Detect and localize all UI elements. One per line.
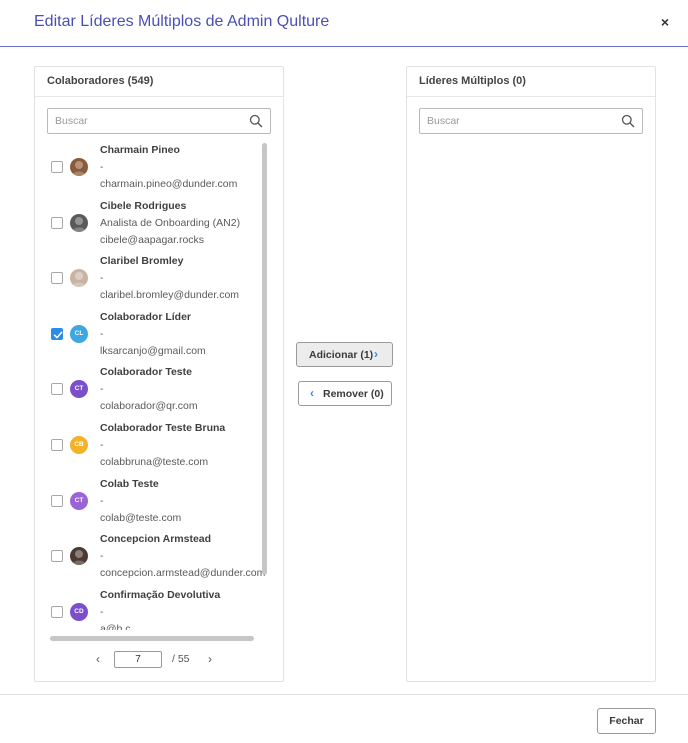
leaders-search [419,108,643,134]
avatar-initials: CT [70,380,88,398]
list-item[interactable]: CT Colab Teste - colab@teste.com [35,474,267,529]
page-number-input[interactable] [114,651,162,668]
item-role: - [100,328,104,340]
list-item[interactable]: Charmain Pineo - charmain.pineo@dunder.com [35,140,267,195]
item-name: Colab Teste [100,478,159,490]
chevron-right-icon: › [374,347,378,361]
remove-button[interactable]: ‹ Remover (0) [298,381,392,406]
item-role: - [100,272,104,284]
modal-header: Editar Líderes Múltiplos de Admin Qultur… [0,0,688,47]
list-item[interactable]: Cibele Rodrigues Analista de Onboarding (… [35,196,267,251]
horizontal-scrollbar[interactable] [50,636,254,641]
item-email: colabbruna@teste.com [100,456,209,468]
item-checkbox[interactable] [51,161,63,173]
item-checkbox[interactable] [51,495,63,507]
item-role: - [100,495,104,507]
item-name: Confirmação Devolutiva [100,589,221,601]
collaborators-panel: Colaboradores (549) Charmain Pineo - charm… [34,66,284,682]
chevron-left-icon: ‹ [310,386,314,400]
item-role: - [100,161,104,173]
item-name: Colaborador Teste Bruna [100,422,226,434]
search-icon[interactable] [249,114,263,128]
multiple-leaders-panel-title: Líderes Múltiplos (0) [407,67,655,97]
item-checkbox[interactable] [51,272,63,284]
item-email: concepcion.armstead@dunder.com [100,567,266,579]
list-item[interactable]: Concepcion Armstead - concepcion.armstead@… [35,529,267,584]
search-icon[interactable] [621,114,635,128]
item-name: Charmain Pineo [100,144,180,156]
collaborators-search [47,108,271,134]
collaborators-search-input[interactable] [48,109,238,133]
collaborators-panel-title: Colaboradores (549) [35,67,283,97]
item-email: colaborador@qr.com [100,400,198,412]
vertical-scrollbar[interactable] [262,143,267,575]
item-email: colab@teste.com [100,512,182,524]
item-checkbox[interactable] [51,217,63,229]
item-role: - [100,439,104,451]
item-name: Claribel Bromley [100,255,184,267]
list-item[interactable]: CB Colaborador Teste Bruna - colabbruna@tes… [35,418,267,473]
item-checkbox[interactable] [51,439,63,451]
item-checkbox[interactable] [51,550,63,562]
item-email: a@b.c [100,623,131,630]
chevron-right-icon[interactable]: › [208,652,220,666]
avatar-initials: CL [70,325,88,343]
item-role: - [100,550,104,562]
avatar-photo [70,269,88,287]
add-button-label: Adicionar (1) [309,349,374,361]
close-button[interactable]: Fechar [597,708,656,734]
footer-divider [0,694,688,695]
item-name: Colaborador Líder [100,311,192,323]
collaborators-list: Charmain Pineo - charmain.pineo@dunder.com… [35,140,267,630]
list-item[interactable]: CT Colaborador Teste - colaborador@qr.com [35,362,267,417]
chevron-left-icon[interactable]: ‹ [96,652,108,666]
avatar-initials: CB [70,436,88,454]
item-role: - [100,606,104,618]
item-email: charmain.pineo@dunder.com [100,178,238,190]
list-item[interactable]: CL Colaborador Líder - lksarcanjo@gmail.com [35,307,267,362]
item-checkbox[interactable] [51,606,63,618]
modal-title: Editar Líderes Múltiplos de Admin Qultur… [34,13,330,30]
item-email: cibele@aapagar.rocks [100,234,205,246]
item-email: claribel.bromley@dunder.com [100,289,240,301]
edit-leaders-modal: Editar Líderes Múltiplos de Admin Qultur… [0,0,688,743]
avatar-photo [70,158,88,176]
item-email: lksarcanjo@gmail.com [100,345,206,357]
item-name: Concepcion Armstead [100,533,212,545]
avatar-photo [70,547,88,565]
multiple-leaders-panel: Líderes Múltiplos (0) [406,66,656,682]
item-name: Colaborador Teste [100,366,192,378]
page-total: / 55 [172,653,190,665]
item-role: - [100,383,104,395]
leaders-search-input[interactable] [420,109,610,133]
close-icon[interactable]: × [658,15,672,29]
list-item[interactable]: CD Confirmação Devolutiva - a@b.c [35,585,267,630]
item-checkbox[interactable] [51,383,63,395]
item-checkbox[interactable] [51,328,63,340]
avatar-initials: CD [70,603,88,621]
avatar-initials: CT [70,492,88,510]
remove-button-label: Remover (0) [323,388,384,400]
add-button[interactable]: Adicionar (1) › [296,342,393,367]
avatar-photo [70,214,88,232]
list-item[interactable]: Claribel Bromley - claribel.bromley@dunder… [35,251,267,306]
item-role: Analista de Onboarding (AN2) [100,217,241,229]
item-name: Cibele Rodrigues [100,200,187,212]
